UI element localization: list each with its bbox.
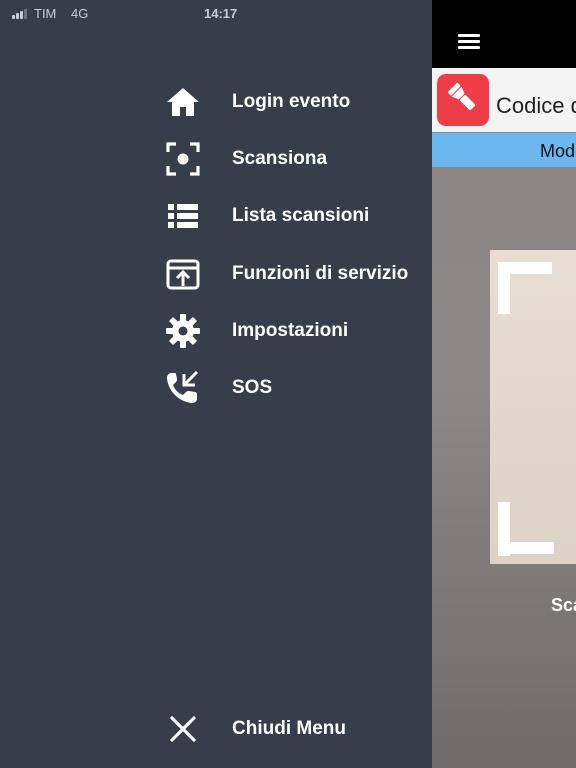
phone-call-icon	[160, 366, 206, 410]
status-time: 14:17	[204, 6, 238, 21]
close-menu-button[interactable]: Chiudi Menu	[160, 707, 430, 751]
menu-item-funzioni-di-servizio[interactable]: Funzioni di servizio	[160, 252, 430, 296]
code-toolbar: Codice d	[432, 68, 576, 132]
scan-hint-label: Sca	[551, 595, 576, 615]
menu-item-scansiona[interactable]: Scansiona	[160, 137, 430, 181]
hamburger-menu-icon[interactable]	[458, 34, 480, 50]
menu-item-label: Login evento	[232, 91, 351, 112]
menu-item-label: Scansiona	[232, 148, 328, 169]
upload-box-icon	[160, 252, 206, 296]
flashlight-icon	[446, 81, 480, 120]
main-content: Codice d Mod Sca	[432, 0, 576, 768]
carrier-name: TIM	[34, 6, 57, 21]
menu-item-label: Lista scansioni	[232, 205, 370, 226]
viewfinder-corner	[498, 262, 510, 314]
close-icon	[160, 707, 206, 751]
network-type: 4G	[71, 6, 89, 21]
signal-strength-icon	[12, 9, 34, 19]
side-drawer: TIM 4G 14:17 Login evento Scansiona List…	[0, 0, 432, 768]
gear-icon	[160, 309, 206, 353]
camera-viewfinder	[490, 250, 576, 564]
menu-item-label: SOS	[232, 377, 273, 398]
list-icon	[160, 194, 206, 238]
home-icon	[160, 80, 206, 124]
menu-item-login-evento[interactable]: Login evento	[160, 80, 430, 124]
menu-item-label: Funzioni di servizio	[232, 263, 409, 284]
mode-bar[interactable]: Mod	[432, 133, 576, 167]
menu-item-impostazioni[interactable]: Impostazioni	[160, 309, 430, 353]
top-app-bar	[432, 0, 576, 68]
menu-item-lista-scansioni[interactable]: Lista scansioni	[160, 194, 430, 238]
flashlight-button[interactable]	[437, 74, 489, 126]
mode-label: Mod	[540, 141, 576, 161]
menu-item-label: Impostazioni	[232, 320, 349, 341]
status-bar: TIM 4G 14:17	[0, 0, 432, 26]
menu-item-sos[interactable]: SOS	[160, 366, 430, 410]
scan-focus-icon	[160, 137, 206, 181]
code-label: Codice d	[496, 93, 576, 118]
viewfinder-corner	[498, 542, 554, 554]
close-menu-label: Chiudi Menu	[232, 718, 346, 739]
